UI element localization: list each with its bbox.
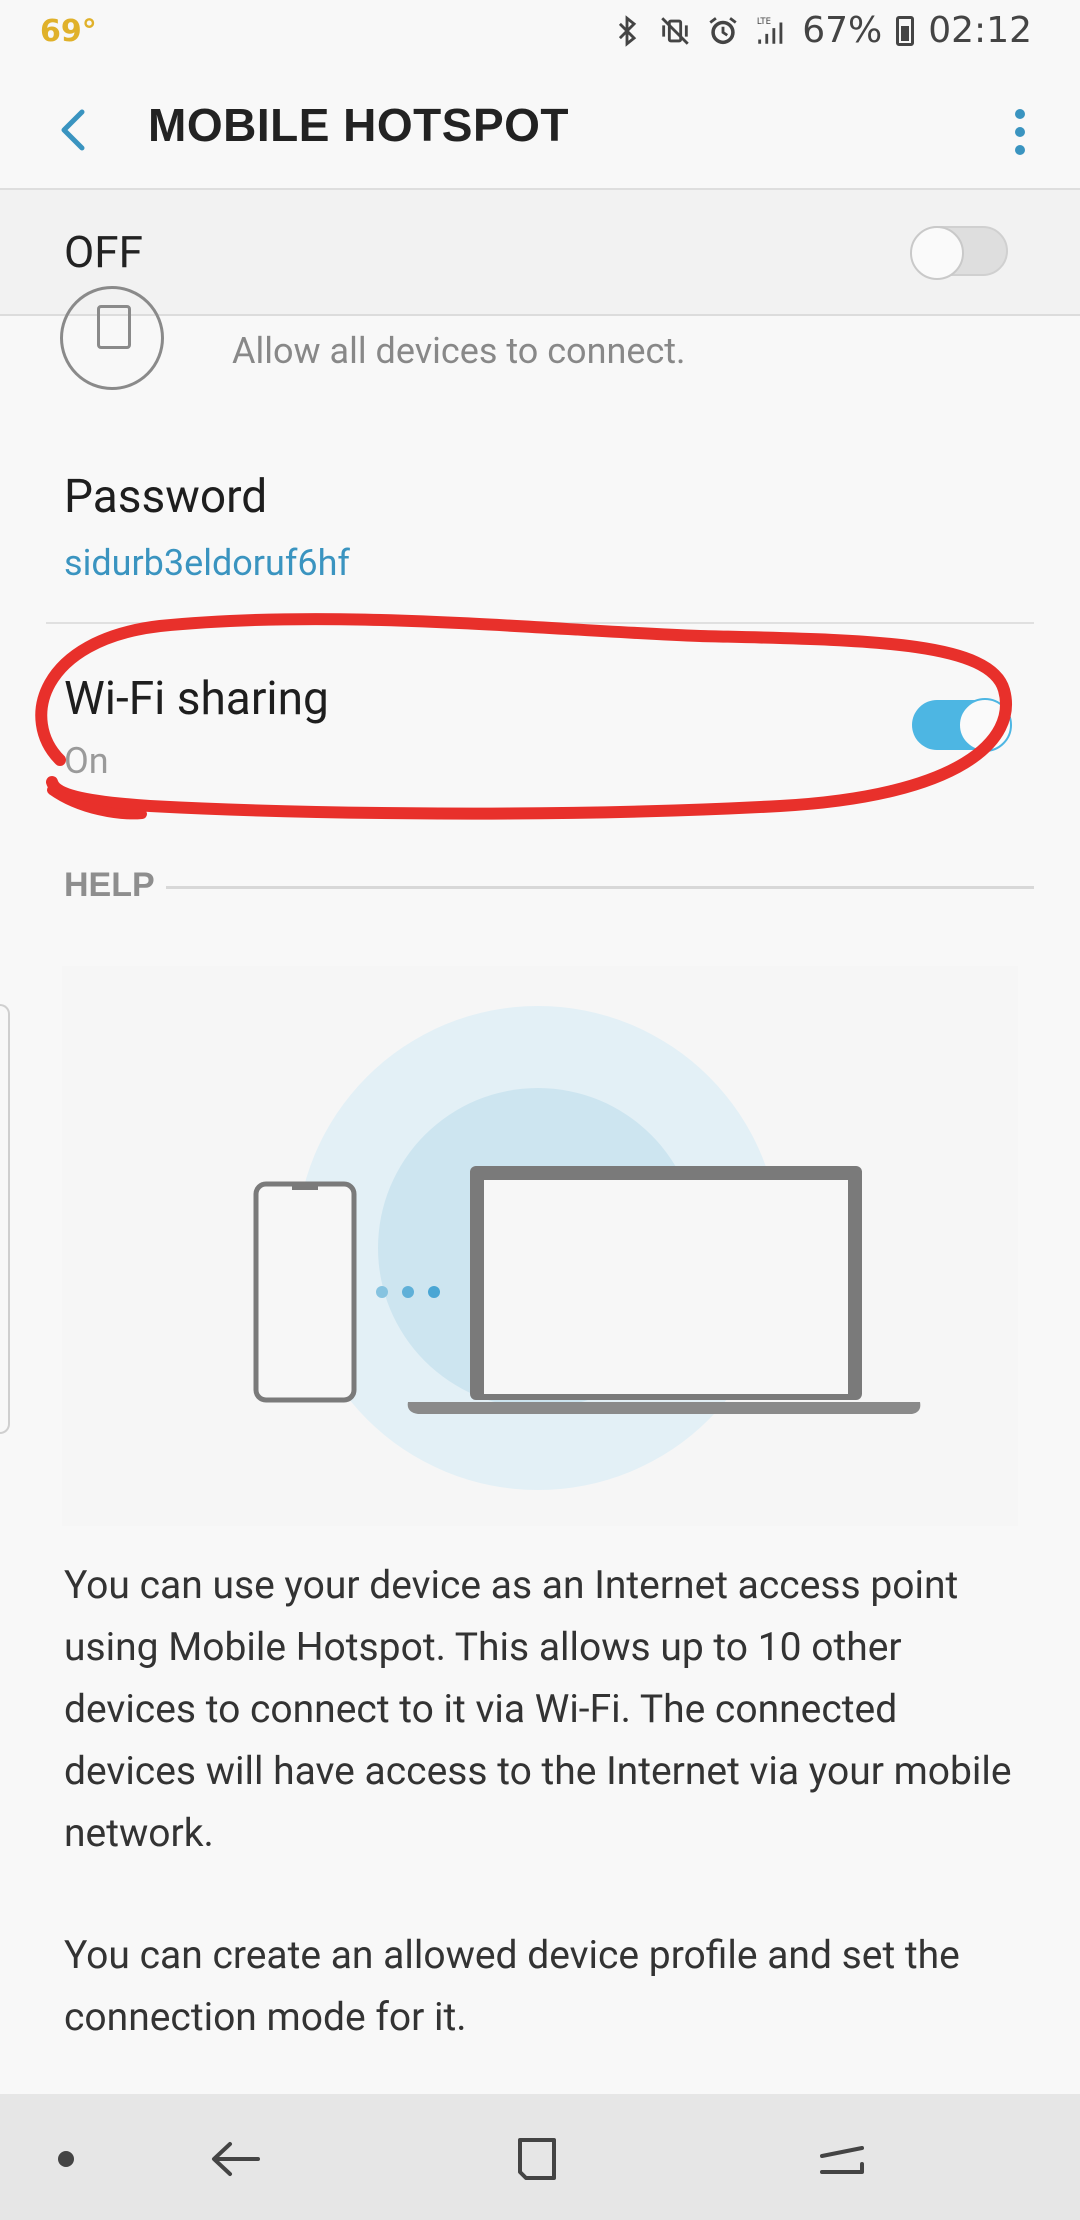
allowed-devices-row[interactable]: Allow all devices to connect. [0, 286, 1080, 426]
wifi-sharing-title: Wi-Fi sharing [64, 672, 329, 726]
wifi-sharing-status: On [64, 740, 109, 782]
password-row[interactable]: Password sidurb3eldoruf6hf [0, 470, 1080, 620]
battery-icon [896, 15, 915, 46]
clock: 02:12 [928, 10, 1032, 51]
password-value: sidurb3eldoruf6hf [64, 542, 350, 584]
home-square-icon[interactable] [508, 2134, 568, 2184]
edge-panel-handle[interactable] [0, 1004, 10, 1434]
app-header: MOBILE HOTSPOT [0, 68, 1080, 190]
back-arrow-icon[interactable] [206, 2134, 266, 2184]
toggle-knob [910, 226, 964, 280]
help-paragraph-2: You can create an allowed device profile… [64, 1932, 960, 2040]
master-toggle[interactable] [910, 226, 1008, 280]
master-switch-bar[interactable]: OFF [0, 190, 1080, 316]
temperature-indicator: 69° [40, 14, 97, 49]
wifi-sharing-row[interactable]: Wi-Fi sharing On [0, 624, 1080, 824]
master-switch-label: OFF [64, 226, 143, 278]
help-paragraph-1: You can use your device as an Internet a… [64, 1562, 1012, 1856]
bluetooth-icon [619, 14, 637, 47]
toggle-knob [958, 698, 1012, 752]
dot-icon[interactable] [36, 2134, 96, 2184]
vibrate-mute-icon [661, 16, 689, 45]
battery-percent: 67% [802, 10, 883, 51]
status-bar: 69° LTE 67% 02:12 [0, 0, 1080, 68]
signal-icon: LTE [757, 16, 783, 44]
page-title: MOBILE HOTSPOT [148, 99, 569, 151]
recents-icon[interactable] [812, 2134, 872, 2184]
phone-icon [253, 1181, 357, 1403]
more-vertical-icon[interactable] [1008, 102, 1032, 162]
laptop-icon [407, 1166, 921, 1414]
help-divider [166, 886, 1034, 889]
status-icons: LTE 67% 02:12 [610, 10, 1032, 51]
help-heading: HELP [64, 866, 155, 904]
network-type-label: LTE [757, 16, 771, 26]
password-title: Password [64, 470, 268, 524]
wifi-sharing-toggle[interactable] [912, 698, 1012, 752]
alarm-icon [709, 16, 737, 44]
device-icon [60, 286, 164, 390]
navigation-bar [0, 2094, 1080, 2220]
hotspot-illustration [62, 966, 1018, 1526]
chevron-left-icon[interactable] [48, 100, 98, 160]
allowed-devices-subtitle: Allow all devices to connect. [232, 330, 686, 372]
